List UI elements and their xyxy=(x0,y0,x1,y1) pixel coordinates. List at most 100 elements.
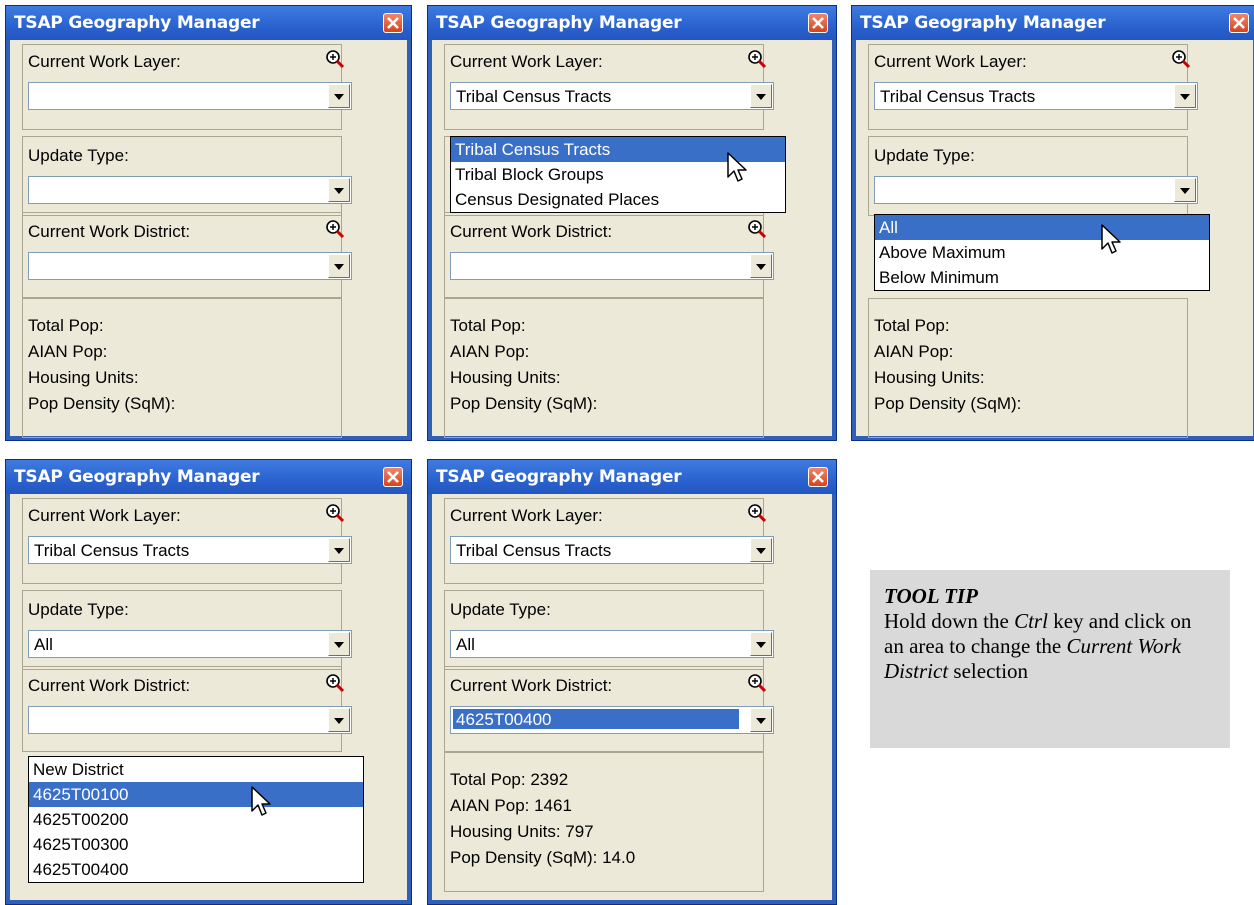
dropdown-arrow-icon[interactable] xyxy=(328,708,350,732)
work-layer-label: Current Work Layer: xyxy=(874,52,1027,71)
zoom-icon[interactable] xyxy=(746,48,768,70)
tool-tip-title: TOOL TIP xyxy=(884,584,978,608)
update-type-combo[interactable]: All xyxy=(28,630,352,658)
dropdown-arrow-icon[interactable] xyxy=(328,84,350,108)
housing-units-value: Housing Units: 797 xyxy=(450,822,594,841)
dropdown-option[interactable]: 4625T00300 xyxy=(29,832,363,857)
close-icon xyxy=(387,17,399,29)
dropdown-arrow-icon[interactable] xyxy=(750,708,772,732)
update-type-combo[interactable]: All xyxy=(450,630,774,658)
housing-units-label: Housing Units: xyxy=(874,368,985,387)
zoom-icon[interactable] xyxy=(324,672,346,694)
aian-pop-value: AIAN Pop: 1461 xyxy=(450,796,572,815)
work-layer-label: Current Work Layer: xyxy=(28,506,181,525)
work-district-combo[interactable] xyxy=(28,252,352,280)
work-layer-combo[interactable]: Tribal Census Tracts xyxy=(28,536,352,564)
zoom-icon[interactable] xyxy=(324,502,346,524)
zoom-icon[interactable] xyxy=(1170,48,1192,70)
work-layer-combo[interactable]: Tribal Census Tracts xyxy=(874,82,1198,110)
window-client-area: Current Work Layer: Tribal Census Tracts… xyxy=(856,40,1253,438)
pointer-cursor-icon xyxy=(727,152,747,182)
window-title: TSAP Geography Manager xyxy=(860,13,1106,33)
title-bar[interactable]: TSAP Geography Manager xyxy=(428,460,836,494)
window-client-area: Current Work Layer: Tribal Census Tracts… xyxy=(432,494,832,900)
zoom-icon[interactable] xyxy=(746,502,768,524)
housing-units-label: Housing Units: xyxy=(28,368,139,387)
dropdown-option[interactable]: Above Maximum xyxy=(875,240,1209,265)
tool-tip-text-part: Hold down the xyxy=(884,609,1015,633)
title-bar[interactable]: TSAP Geography Manager xyxy=(6,460,411,494)
zoom-icon[interactable] xyxy=(324,218,346,240)
work-layer-label: Current Work Layer: xyxy=(28,52,181,71)
work-layer-combo[interactable] xyxy=(28,82,352,110)
work-district-label: Current Work District: xyxy=(28,676,191,695)
work-district-label: Current Work District: xyxy=(450,676,613,695)
update-type-label: Update Type: xyxy=(28,146,129,165)
work-layer-label: Current Work Layer: xyxy=(450,52,603,71)
close-button[interactable] xyxy=(808,467,828,487)
dropdown-arrow-icon[interactable] xyxy=(328,538,350,562)
dropdown-option[interactable]: 4625T00400 xyxy=(29,857,363,882)
title-bar[interactable]: TSAP Geography Manager xyxy=(852,6,1254,40)
work-layer-value: Tribal Census Tracts xyxy=(880,87,1036,106)
dropdown-option[interactable]: 4625T00100 xyxy=(29,782,363,807)
dropdown-arrow-icon[interactable] xyxy=(750,538,772,562)
update-type-combo[interactable] xyxy=(28,176,352,204)
zoom-icon[interactable] xyxy=(324,48,346,70)
close-button[interactable] xyxy=(1229,13,1249,33)
geography-manager-window-1: TSAP Geography Manager Current Work Laye… xyxy=(5,5,412,441)
geography-manager-window-3: TSAP Geography Manager Current Work Laye… xyxy=(851,5,1254,441)
geography-manager-window-4: TSAP Geography Manager Current Work Laye… xyxy=(5,459,412,905)
work-district-combo[interactable] xyxy=(28,706,352,734)
work-layer-combo[interactable]: Tribal Census Tracts xyxy=(450,536,774,564)
aian-pop-label: AIAN Pop: xyxy=(450,342,530,361)
work-district-value: 4625T00400 xyxy=(453,709,739,729)
update-type-label: Update Type: xyxy=(874,146,975,165)
window-title: TSAP Geography Manager xyxy=(14,467,260,487)
update-type-value: All xyxy=(34,635,53,654)
dropdown-arrow-icon[interactable] xyxy=(750,254,772,278)
close-button[interactable] xyxy=(383,467,403,487)
dropdown-arrow-icon[interactable] xyxy=(750,632,772,656)
dropdown-option[interactable]: New District xyxy=(29,757,363,782)
work-district-dropdown-list: New District 4625T00100 4625T00200 4625T… xyxy=(28,756,364,883)
update-type-label: Update Type: xyxy=(28,600,129,619)
update-type-combo[interactable] xyxy=(874,176,1198,204)
zoom-icon[interactable] xyxy=(746,672,768,694)
close-button[interactable] xyxy=(808,13,828,33)
dropdown-arrow-icon[interactable] xyxy=(328,632,350,656)
title-bar[interactable]: TSAP Geography Manager xyxy=(6,6,411,40)
dropdown-option[interactable]: Below Minimum xyxy=(875,265,1209,290)
dropdown-arrow-icon[interactable] xyxy=(328,178,350,202)
window-client-area: Current Work Layer: Update Type: Current… xyxy=(10,40,407,438)
dropdown-option[interactable]: Census Designated Places xyxy=(451,187,785,212)
tool-tip-key: Ctrl xyxy=(1014,609,1048,633)
dropdown-option[interactable]: All xyxy=(875,215,1209,240)
pop-density-label: Pop Density (SqM): xyxy=(450,394,598,413)
work-district-label: Current Work District: xyxy=(450,222,613,241)
close-button[interactable] xyxy=(383,13,403,33)
pop-density-label: Pop Density (SqM): xyxy=(874,394,1022,413)
total-pop-label: Total Pop: xyxy=(874,316,950,335)
title-bar[interactable]: TSAP Geography Manager xyxy=(428,6,836,40)
geography-manager-window-5: TSAP Geography Manager Current Work Laye… xyxy=(427,459,837,905)
close-icon xyxy=(812,17,824,29)
close-icon xyxy=(387,471,399,483)
window-client-area: Current Work Layer: Tribal Census Tracts… xyxy=(432,40,832,438)
window-title: TSAP Geography Manager xyxy=(14,13,260,33)
close-icon xyxy=(812,471,824,483)
dropdown-arrow-icon[interactable] xyxy=(750,84,772,108)
work-layer-combo[interactable]: Tribal Census Tracts xyxy=(450,82,774,110)
dropdown-arrow-icon[interactable] xyxy=(1174,178,1196,202)
dropdown-option[interactable]: 4625T00200 xyxy=(29,807,363,832)
total-pop-label: Total Pop: xyxy=(28,316,104,335)
zoom-icon[interactable] xyxy=(746,218,768,240)
update-type-label: Update Type: xyxy=(450,600,551,619)
work-district-combo[interactable]: 4625T00400 xyxy=(450,706,774,734)
close-icon xyxy=(1233,17,1245,29)
work-district-combo[interactable] xyxy=(450,252,774,280)
dropdown-arrow-icon[interactable] xyxy=(1174,84,1196,108)
work-district-label: Current Work District: xyxy=(28,222,191,241)
dropdown-arrow-icon[interactable] xyxy=(328,254,350,278)
window-title: TSAP Geography Manager xyxy=(436,467,682,487)
